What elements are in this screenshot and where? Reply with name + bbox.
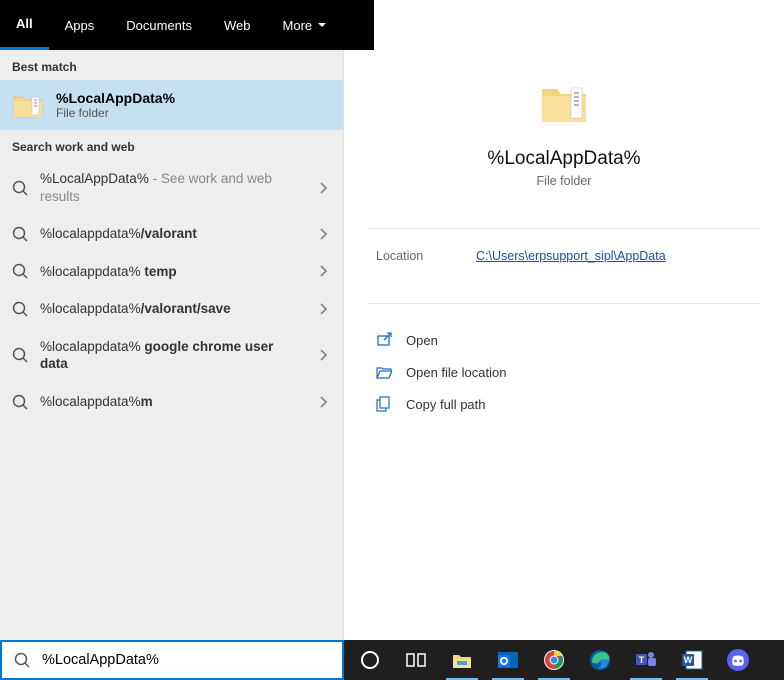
search-icon — [12, 226, 28, 242]
task-view-icon — [404, 648, 428, 672]
copy-icon — [376, 396, 392, 412]
divider — [368, 228, 760, 229]
discord-icon — [726, 648, 750, 672]
svg-text:T: T — [639, 655, 645, 665]
results-pane: Best match %LocalAppData% File folder Se… — [0, 50, 344, 640]
tab-all[interactable]: All — [0, 0, 49, 50]
best-match-subtitle: File folder — [56, 106, 175, 120]
suggestion-item[interactable]: %localappdata%m — [0, 383, 343, 421]
suggestion-text: %localappdata%/valorant — [40, 225, 303, 243]
chevron-right-icon[interactable] — [315, 263, 331, 279]
best-match-item[interactable]: %LocalAppData% File folder — [0, 80, 343, 130]
search-input[interactable] — [42, 652, 330, 668]
search-icon — [14, 652, 30, 668]
folder-icon — [539, 80, 589, 128]
search-icon — [12, 263, 28, 279]
search-icon — [12, 301, 28, 317]
cortana-icon — [358, 648, 382, 672]
suggestion-text: %localappdata%m — [40, 393, 303, 411]
action-label: Open file location — [406, 365, 506, 380]
preview-subtitle: File folder — [537, 174, 592, 188]
suggestion-item[interactable]: %localappdata%/valorant — [0, 215, 343, 253]
search-icon — [12, 394, 28, 410]
folder-open-icon — [376, 364, 392, 380]
suggestion-text: %localappdata% google chrome user data — [40, 338, 303, 373]
taskbar-cortana[interactable] — [348, 640, 392, 680]
taskbar-teams[interactable]: T — [624, 640, 668, 680]
chevron-right-icon[interactable] — [315, 180, 331, 196]
scope-tabbar: All Apps Documents Web More — [0, 0, 784, 50]
preview-pane: %LocalAppData% File folder Location C:\U… — [344, 50, 784, 640]
suggestion-item[interactable]: %localappdata% google chrome user data — [0, 328, 343, 383]
svg-text:W: W — [684, 655, 693, 665]
taskbar-chrome[interactable] — [532, 640, 576, 680]
options-icon[interactable] — [434, 14, 456, 36]
location-label: Location — [376, 249, 476, 263]
search-icon — [12, 180, 28, 196]
taskbar-file-explorer[interactable] — [440, 640, 484, 680]
chevron-right-icon[interactable] — [315, 301, 331, 317]
open-icon — [376, 332, 392, 348]
tab-apps[interactable]: Apps — [49, 0, 111, 50]
suggestion-item[interactable]: %localappdata%/valorant/save — [0, 290, 343, 328]
file-explorer-icon — [450, 648, 474, 672]
location-link[interactable]: C:\Users\erpsupport_sipl\AppData — [476, 249, 666, 263]
action-folder-open[interactable]: Open file location — [360, 356, 768, 388]
teams-icon: T — [634, 648, 658, 672]
divider — [368, 303, 760, 304]
chevron-down-icon — [318, 23, 326, 27]
chevron-right-icon[interactable] — [315, 226, 331, 242]
chevron-right-icon[interactable] — [315, 347, 331, 363]
suggestion-text: %localappdata%/valorant/save — [40, 300, 303, 318]
feedback-icon[interactable] — [392, 14, 414, 36]
tab-more[interactable]: More — [267, 0, 343, 50]
best-match-title: %LocalAppData% — [56, 90, 175, 106]
search-icon — [12, 347, 28, 363]
taskbar-edge[interactable] — [578, 640, 622, 680]
outlook-icon — [496, 648, 520, 672]
search-web-heading: Search work and web — [0, 130, 343, 160]
suggestion-item[interactable]: %LocalAppData% - See work and web result… — [0, 160, 343, 215]
best-match-heading: Best match — [0, 50, 343, 80]
taskbar-discord[interactable] — [716, 640, 760, 680]
preview-title: %LocalAppData% — [487, 148, 640, 170]
action-label: Copy full path — [406, 397, 486, 412]
taskbar-word[interactable]: W — [670, 640, 714, 680]
chevron-right-icon[interactable] — [315, 394, 331, 410]
action-copy[interactable]: Copy full path — [360, 388, 768, 420]
taskbar-task-view[interactable] — [394, 640, 438, 680]
tab-documents[interactable]: Documents — [110, 0, 208, 50]
search-box[interactable] — [0, 640, 344, 680]
action-open[interactable]: Open — [360, 324, 768, 356]
edge-icon — [588, 648, 612, 672]
suggestion-text: %LocalAppData% - See work and web result… — [40, 170, 303, 205]
action-label: Open — [406, 333, 438, 348]
chrome-icon — [542, 648, 566, 672]
taskbar-outlook[interactable] — [486, 640, 530, 680]
taskbar: TW — [344, 640, 784, 680]
suggestion-item[interactable]: %localappdata% temp — [0, 253, 343, 291]
suggestion-text: %localappdata% temp — [40, 263, 303, 281]
word-icon: W — [680, 648, 704, 672]
tab-web[interactable]: Web — [208, 0, 267, 50]
folder-icon — [12, 91, 44, 119]
